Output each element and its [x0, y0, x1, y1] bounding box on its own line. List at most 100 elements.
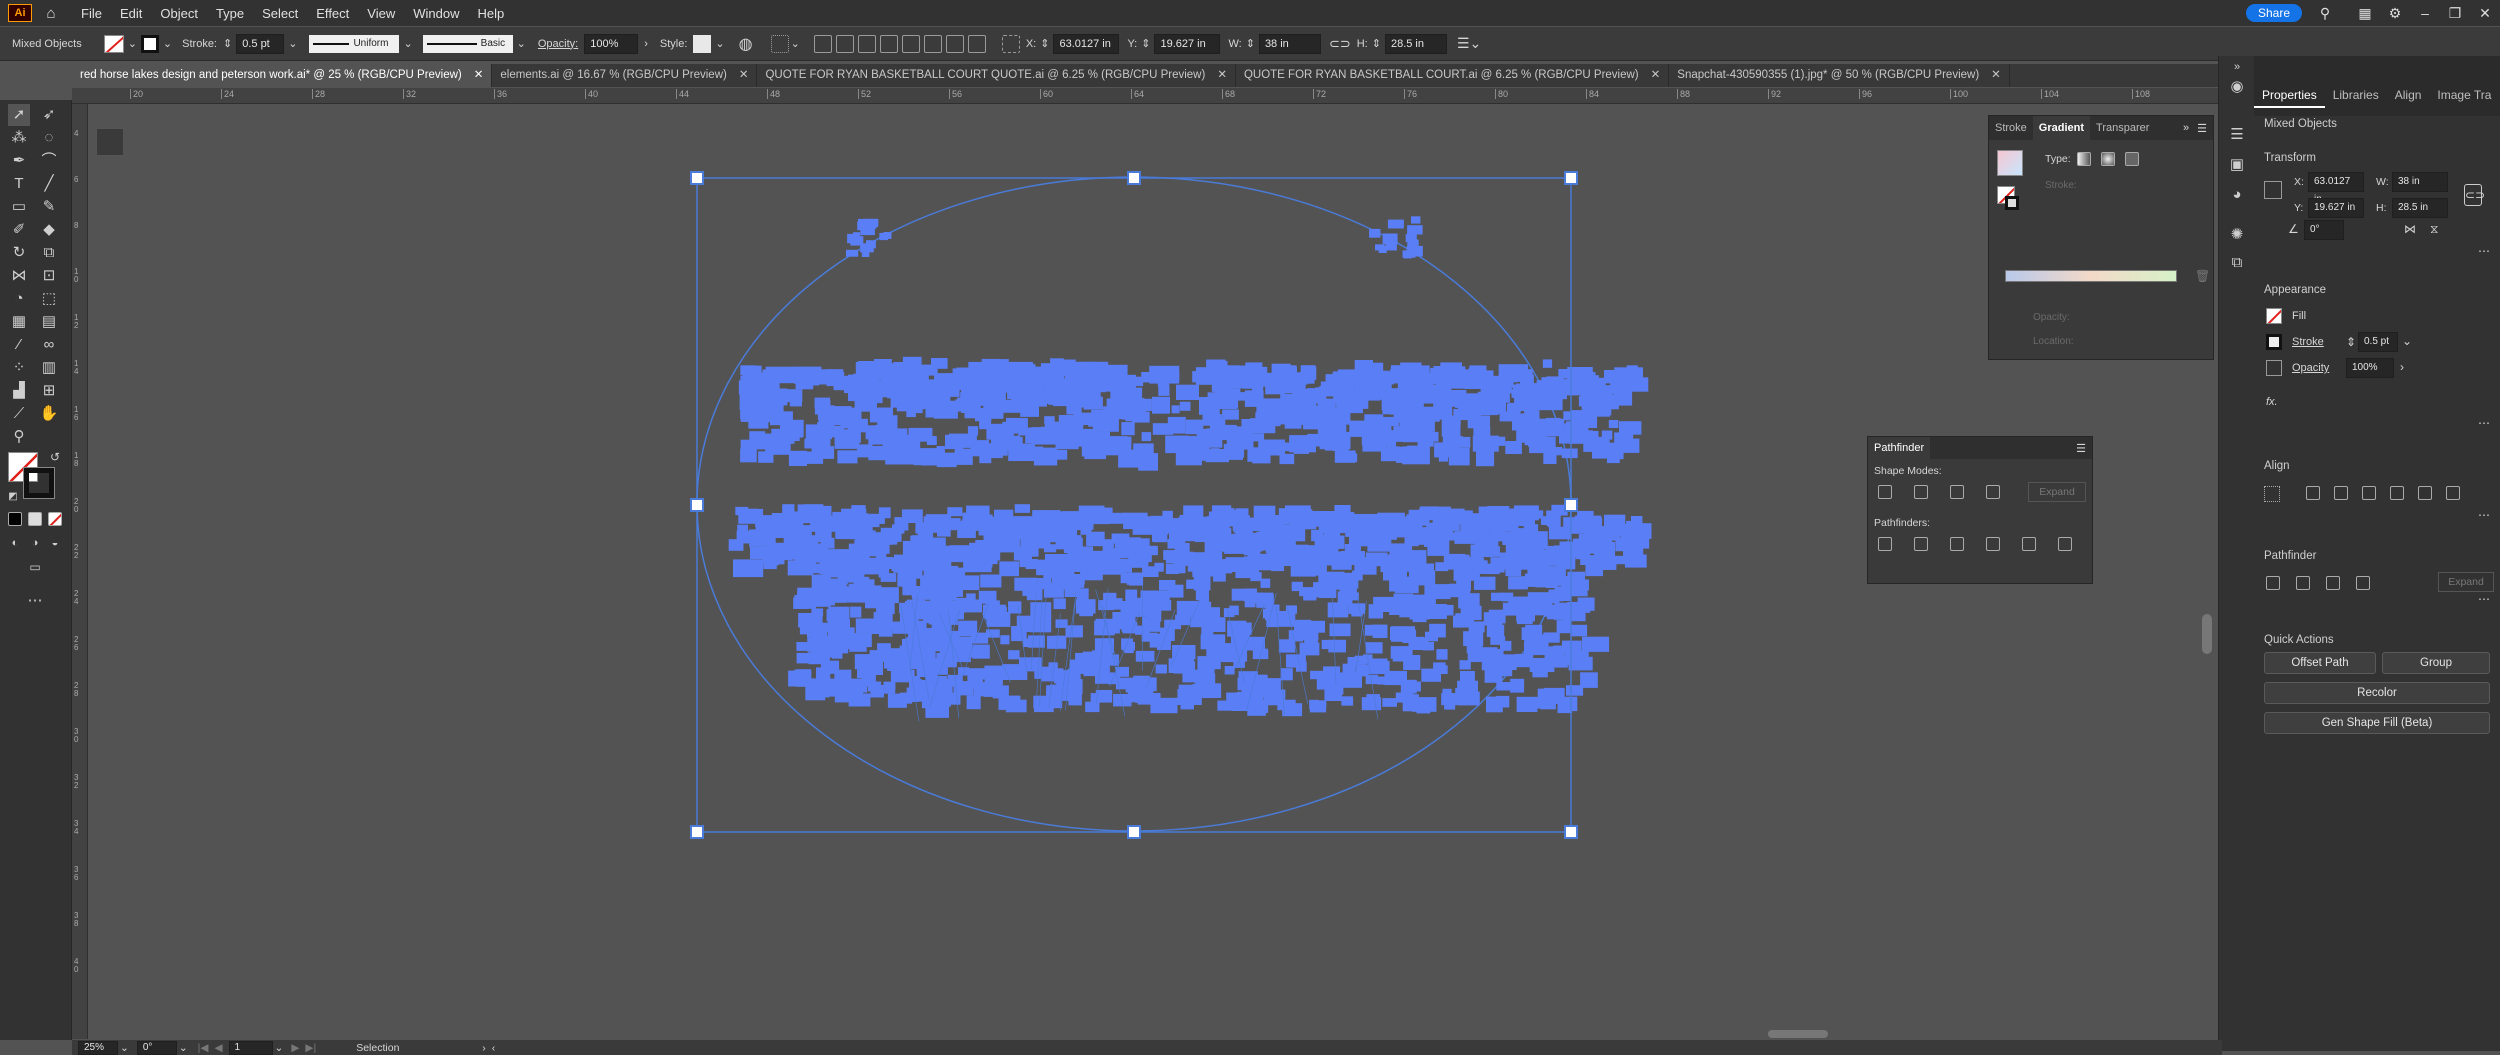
- recolor-button[interactable]: Recolor: [2264, 682, 2490, 704]
- document-tab[interactable]: Snapchat-430590355 (1).jpg* @ 50 % (RGB/…: [1669, 64, 2010, 87]
- rotate-tool-icon[interactable]: ↻: [8, 242, 30, 264]
- align-top-icon[interactable]: [2390, 486, 2404, 500]
- layers-dock-icon[interactable]: ☰: [2226, 124, 2248, 146]
- menu-edit[interactable]: Edit: [111, 6, 151, 21]
- prop-x-field[interactable]: 63.0127 in: [2308, 172, 2364, 205]
- group-button[interactable]: Group: [2382, 652, 2490, 674]
- freeform-gradient-icon[interactable]: [2125, 152, 2139, 166]
- shape-builder-tool-icon[interactable]: ◔: [8, 288, 30, 310]
- menu-view[interactable]: View: [358, 6, 404, 21]
- constrain-proportions-icon[interactable]: ⊂⊃: [1329, 36, 1351, 52]
- prop-y-field[interactable]: 19.627 in: [2308, 198, 2364, 218]
- rotate-angle-field[interactable]: 0°: [2304, 220, 2344, 240]
- artboard-tool-icon[interactable]: ⊞: [38, 380, 60, 402]
- offset-path-button[interactable]: Offset Path: [2264, 652, 2376, 674]
- stroke-dropdown-icon[interactable]: ⌄: [163, 37, 172, 50]
- reference-point-icon[interactable]: [1001, 34, 1020, 53]
- free-transform-tool-icon[interactable]: ⊡: [38, 265, 60, 287]
- prop-minus-front-icon[interactable]: [2296, 576, 2310, 590]
- vertical-align-center-icon[interactable]: [901, 34, 920, 53]
- tab-properties[interactable]: Properties: [2254, 82, 2325, 108]
- menu-help[interactable]: Help: [468, 6, 513, 21]
- column-graph-tool-icon[interactable]: ▥: [38, 357, 60, 379]
- tab-align[interactable]: Align: [2387, 82, 2430, 108]
- handle-top-right[interactable]: [1564, 171, 1578, 185]
- brush-dropdown-icon[interactable]: ⌄: [517, 37, 526, 50]
- handle-top-center[interactable]: [1127, 171, 1141, 185]
- prop-stroke-field[interactable]: 0.5 pt: [2358, 332, 2398, 352]
- close-button[interactable]: ✕: [2470, 5, 2500, 22]
- radial-gradient-icon[interactable]: [2101, 152, 2115, 166]
- prop-opacity-field[interactable]: 100%: [2346, 358, 2394, 378]
- magic-wand-tool-icon[interactable]: ⁂: [8, 127, 30, 149]
- tab-libraries[interactable]: Libraries: [2325, 82, 2387, 108]
- next-artboard-icon[interactable]: ▶: [291, 1042, 299, 1054]
- opacity-label[interactable]: Opacity:: [538, 38, 578, 50]
- prop-unite-icon[interactable]: [2266, 576, 2280, 590]
- horizontal-align-right-icon[interactable]: [857, 34, 876, 53]
- w-field[interactable]: 38 in: [1258, 33, 1321, 54]
- x-field[interactable]: 63.0127 in: [1053, 33, 1120, 54]
- restore-button[interactable]: ❐: [2440, 5, 2470, 22]
- panel-menu-icon[interactable]: ☰: [2197, 122, 2207, 135]
- menu-file[interactable]: File: [72, 6, 111, 21]
- menu-type[interactable]: Type: [207, 6, 253, 21]
- perspective-grid-tool-icon[interactable]: ▦: [8, 311, 30, 333]
- align-dropdown-icon[interactable]: ⌄: [791, 37, 800, 50]
- paintbrush-tool-icon[interactable]: ✎: [38, 196, 60, 218]
- none-mode-icon[interactable]: [48, 512, 62, 526]
- tab-gradient[interactable]: Gradient: [2032, 116, 2091, 140]
- symbol-sprayer-tool-icon[interactable]: ⁘: [8, 357, 30, 379]
- minus-back-icon[interactable]: [2058, 537, 2072, 551]
- document-tab[interactable]: elements.ai @ 16.67 % (RGB/CPU Preview) ✕: [492, 64, 758, 87]
- constrain-link-icon[interactable]: ⊂⊃: [2464, 184, 2485, 206]
- horizontal-align-center-icon[interactable]: [835, 34, 854, 53]
- intersect-icon[interactable]: [1950, 485, 1964, 499]
- close-tab-icon[interactable]: ✕: [1651, 64, 1661, 87]
- minimize-button[interactable]: –: [2410, 5, 2440, 21]
- h-field[interactable]: 28.5 in: [1384, 33, 1447, 54]
- zoom-field[interactable]: 25%: [78, 1040, 118, 1055]
- stroke-stepper-icon[interactable]: ⇕: [223, 37, 232, 50]
- gen-shape-fill-button[interactable]: Gen Shape Fill (Beta): [2264, 712, 2490, 734]
- prop-stroke-dropdown-icon[interactable]: ⌄: [2402, 334, 2412, 348]
- handle-middle-left[interactable]: [690, 498, 704, 512]
- close-tab-icon[interactable]: ✕: [1217, 64, 1227, 87]
- prop-exclude-icon[interactable]: [2356, 576, 2370, 590]
- tab-stroke[interactable]: Stroke: [1989, 122, 2033, 134]
- prop-intersect-icon[interactable]: [2326, 576, 2340, 590]
- scroll-left-icon[interactable]: ‹: [492, 1042, 496, 1054]
- handle-bottom-center[interactable]: [1127, 825, 1141, 839]
- tab-image-trace[interactable]: Image Tra: [2429, 82, 2499, 108]
- h-stepper-icon[interactable]: ⇕: [1372, 37, 1381, 50]
- direct-selection-tool-icon[interactable]: ➶: [38, 104, 60, 126]
- y-stepper-icon[interactable]: ⇕: [1141, 37, 1150, 50]
- align-to-selection-icon[interactable]: [770, 34, 789, 53]
- opacity-arrow-icon[interactable]: ›: [2400, 360, 2404, 374]
- reference-point-grid-icon[interactable]: [2264, 181, 2282, 199]
- slice-tool-icon[interactable]: ⟋: [8, 403, 30, 425]
- align-to-icon[interactable]: [2264, 486, 2280, 502]
- scale-tool-icon[interactable]: ⧉: [38, 242, 60, 264]
- curvature-tool-icon[interactable]: ⌒: [38, 150, 60, 172]
- outline-icon[interactable]: [2022, 537, 2036, 551]
- more-transform-icon[interactable]: ⋯: [2478, 244, 2490, 258]
- close-tab-icon[interactable]: ✕: [474, 64, 484, 87]
- vertical-distribute-icon[interactable]: [967, 34, 986, 53]
- unite-icon[interactable]: [1878, 485, 1892, 499]
- menu-window[interactable]: Window: [404, 6, 468, 21]
- vertical-align-bottom-icon[interactable]: [923, 34, 942, 53]
- stroke-color-icon[interactable]: [23, 467, 55, 499]
- variable-width-profile[interactable]: Uniform: [309, 34, 400, 53]
- document-tab[interactable]: red horse lakes design and peterson work…: [72, 64, 493, 87]
- prop-h-field[interactable]: 28.5 in: [2392, 198, 2448, 218]
- style-dropdown-icon[interactable]: ⌄: [715, 37, 724, 50]
- draw-inside-icon[interactable]: ◒: [44, 532, 66, 554]
- search-icon[interactable]: ⚲: [2310, 5, 2340, 22]
- prop-w-field[interactable]: 38 in: [2392, 172, 2448, 192]
- recolor-artwork-icon[interactable]: ◍: [739, 34, 753, 54]
- screen-mode-icon[interactable]: ▭: [24, 556, 46, 578]
- vertical-align-top-icon[interactable]: [879, 34, 898, 53]
- crop-icon[interactable]: [1986, 537, 2000, 551]
- transform-options-icon[interactable]: ☰⌄: [1457, 35, 1481, 52]
